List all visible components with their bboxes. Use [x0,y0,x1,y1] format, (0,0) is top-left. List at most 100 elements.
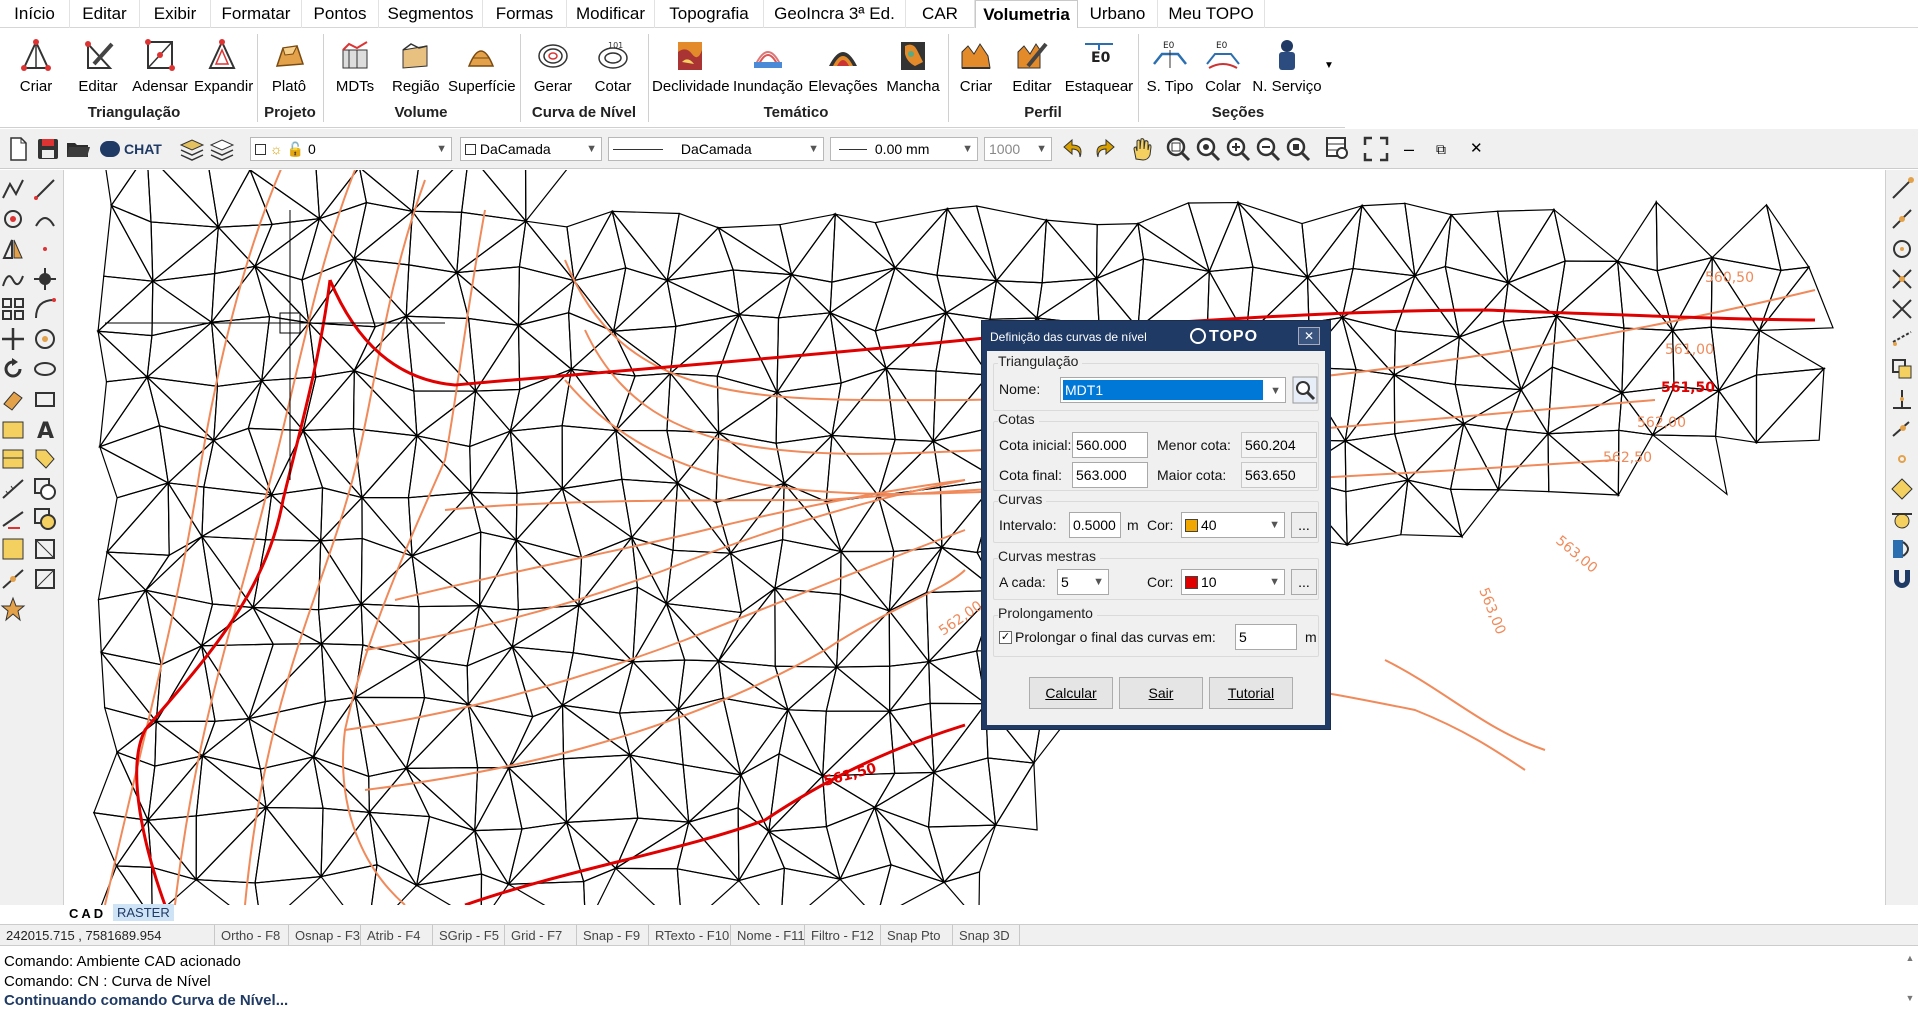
mdt-name-select[interactable]: MDT1 ▼ [1060,377,1286,403]
offset-tool-icon[interactable] [0,206,26,232]
snap-extension-icon[interactable] [1889,326,1915,352]
snap-apparent-icon[interactable] [1889,296,1915,322]
pan-hand-icon[interactable] [1128,135,1156,163]
curve-tool-icon[interactable] [32,296,58,322]
tab-segmentos[interactable]: Segmentos [379,0,483,28]
tab-modificar[interactable]: Modificar [567,0,655,28]
contour-generate-button[interactable]: Gerar [530,36,576,102]
profile-edit-button[interactable]: Editar [1010,36,1054,102]
save-icon[interactable] [34,135,62,163]
tab-pontos[interactable]: Pontos [302,0,379,28]
curvas-color-more-button[interactable]: ... [1291,512,1317,538]
text-tool-icon[interactable]: A [32,416,58,442]
zoom-in-icon[interactable] [1224,135,1252,163]
command-scrollbar[interactable]: ▲ ▼ [1904,948,1916,1008]
lineweight-select[interactable]: 0.00 mm ▼ [830,137,978,161]
mirror-tool-icon[interactable] [0,236,26,262]
pick-mdt-icon[interactable] [1292,376,1318,404]
toggle-atrib[interactable]: Atrib - F4 [360,925,432,947]
tab-exibir[interactable]: Exibir [140,0,211,28]
tag-tool-icon[interactable] [32,446,58,472]
color-select[interactable]: DaCamada ▼ [460,137,602,161]
calcular-button[interactable]: Calcular [1029,677,1113,709]
toggle-snap-3d[interactable]: Snap 3D [952,925,1020,947]
hatch-tool-icon[interactable] [0,446,26,472]
tab-car[interactable]: CAR [906,0,975,28]
triangulation-create-button[interactable]: Criar [14,36,58,102]
region-tool-icon[interactable] [32,536,58,562]
drawing-canvas[interactable]: 560,50 561,00 561,50 562,00 562,50 563,0… [65,170,1885,905]
snap-perpendicular-icon[interactable] [1889,386,1915,412]
polyline-tool-icon[interactable] [0,176,26,202]
elevations-button[interactable]: Elevações [808,36,878,102]
scale-select[interactable]: 1000 ▼ [984,137,1052,161]
sair-button[interactable]: Sair [1119,677,1203,709]
arc-tool-icon[interactable] [32,206,58,232]
tab-volumetria[interactable]: Volumetria [975,0,1078,28]
tab-topografia[interactable]: Topografia [655,0,764,28]
array-tool-icon[interactable] [0,296,26,322]
flood-button[interactable]: Inundação [732,36,804,102]
snap-tangent-icon[interactable] [1889,506,1915,532]
linetype-select[interactable]: DaCamada ▼ [608,137,824,161]
intervalo-input[interactable]: 0.5000 [1069,512,1121,538]
triangulation-expand-button[interactable]: Expandir [194,36,253,102]
line-tool-icon[interactable] [32,176,58,202]
extend-tool-icon[interactable] [0,506,26,532]
slope-button[interactable]: Declividade [652,36,730,102]
tab-formatar[interactable]: Formatar [211,0,302,28]
prolongar-input[interactable]: 5 [1235,624,1297,650]
zoom-window-icon[interactable] [1164,135,1192,163]
contour-label-button[interactable]: 101 Cotar [590,36,636,102]
profile-stake-button[interactable]: E0 Estaquear [1064,36,1134,102]
prolongar-checkbox[interactable]: ✓ [999,631,1012,644]
cota-final-input[interactable]: 563.000 [1072,462,1148,488]
break-tool-icon[interactable] [0,566,26,592]
plateau-button[interactable]: Platô [266,36,312,102]
erase-tool-icon[interactable] [0,386,26,412]
toggle-osnap[interactable]: Osnap - F3 [288,925,360,947]
layer-select[interactable]: ☼ 🔓 0 ▼ [250,137,452,161]
snap-center-icon[interactable] [1889,236,1915,262]
zoom-table-icon[interactable] [1324,135,1352,163]
surface-volume-button[interactable]: Superfície [448,36,516,102]
snap-quadrant-icon[interactable] [1889,476,1915,502]
triangulation-densify-button[interactable]: Adensar [132,36,188,102]
redo-icon[interactable] [1090,135,1118,163]
tab-raster[interactable]: RASTER [113,904,174,921]
zoom-extents-icon[interactable] [1284,135,1312,163]
magnet-icon[interactable] [1889,566,1915,592]
chat-button[interactable]: CHAT [100,137,162,161]
snap-midpoint-icon[interactable] [1889,206,1915,232]
point-tool-icon[interactable] [32,236,58,262]
zoom-dynamic-icon[interactable] [1194,135,1222,163]
a-cada-select[interactable]: 5 ▼ [1057,569,1109,595]
mdts-button[interactable]: MDTs [332,36,378,102]
restore-icon[interactable]: ⧉ [1436,137,1446,161]
tab-inicio[interactable]: Início [0,0,70,28]
toggle-ortho[interactable]: Ortho - F8 [214,925,288,947]
snap-parallel-icon[interactable] [1889,416,1915,442]
snap-intersection-icon[interactable] [1889,266,1915,292]
snap-nearest-icon[interactable] [1889,536,1915,562]
toggle-nome[interactable]: Nome - F11 [730,925,805,947]
dialog-close-button[interactable]: ✕ [1298,327,1320,345]
layers-icon[interactable] [178,135,206,163]
ellipse-tool-icon[interactable] [32,356,58,382]
fullscreen-icon[interactable] [1362,135,1390,163]
tab-cad[interactable]: CAD [69,906,106,921]
stretch-tool-icon[interactable] [32,566,58,592]
crosshair-tool-icon[interactable] [32,266,58,292]
snap-node-icon[interactable] [1889,446,1915,472]
tab-urbano[interactable]: Urbano [1078,0,1158,28]
region-volume-button[interactable]: Região [392,36,440,102]
zoom-out-icon[interactable] [1254,135,1282,163]
toggle-sgrip[interactable]: SGrip - F5 [432,925,504,947]
section-paste-button[interactable]: E0 Colar [1200,36,1246,102]
curvas-color-select[interactable]: 40 ▼ [1181,512,1285,538]
toggle-rtexto[interactable]: RTexto - F10 [648,925,730,947]
insert-tool-icon[interactable] [32,506,58,532]
section-type-button[interactable]: E0 S. Tipo [1144,36,1196,102]
measure-tool-icon[interactable] [0,476,26,502]
rectangle-tool-icon[interactable] [32,386,58,412]
